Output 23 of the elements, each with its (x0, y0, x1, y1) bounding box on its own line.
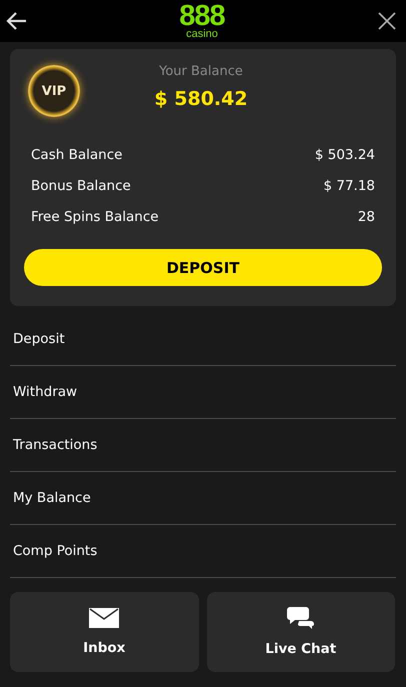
balance-value: 28 (358, 208, 375, 224)
menu-item[interactable]: Transactions (10, 419, 396, 472)
balance-label: Cash Balance (31, 146, 122, 162)
logo-number: 888 (179, 2, 225, 28)
back-arrow-icon[interactable] (6, 10, 28, 32)
menu-item[interactable]: Comp Points (10, 525, 396, 578)
balance-value: $ 77.18 (323, 178, 375, 194)
envelope-icon (89, 608, 120, 628)
balance-total: $ 580.42 (154, 88, 248, 110)
close-icon[interactable] (376, 10, 398, 32)
balance-title: Your Balance (159, 64, 243, 79)
vip-badge: VIP (28, 65, 80, 117)
menu-item[interactable]: Withdraw (10, 366, 396, 419)
balance-value: $ 503.24 (314, 146, 375, 162)
logo-word: casino (186, 28, 218, 40)
deposit-button[interactable]: DEPOSIT (24, 249, 382, 286)
menu-item[interactable]: My Balance (10, 472, 396, 525)
balance-label: Bonus Balance (31, 178, 131, 194)
balance-label: Free Spins Balance (31, 208, 159, 224)
live-chat-button[interactable]: Live Chat (206, 592, 395, 672)
chat-bubbles-icon (286, 607, 315, 629)
inbox-button[interactable]: Inbox (10, 592, 198, 672)
menu-item[interactable]: Deposit (10, 313, 396, 366)
